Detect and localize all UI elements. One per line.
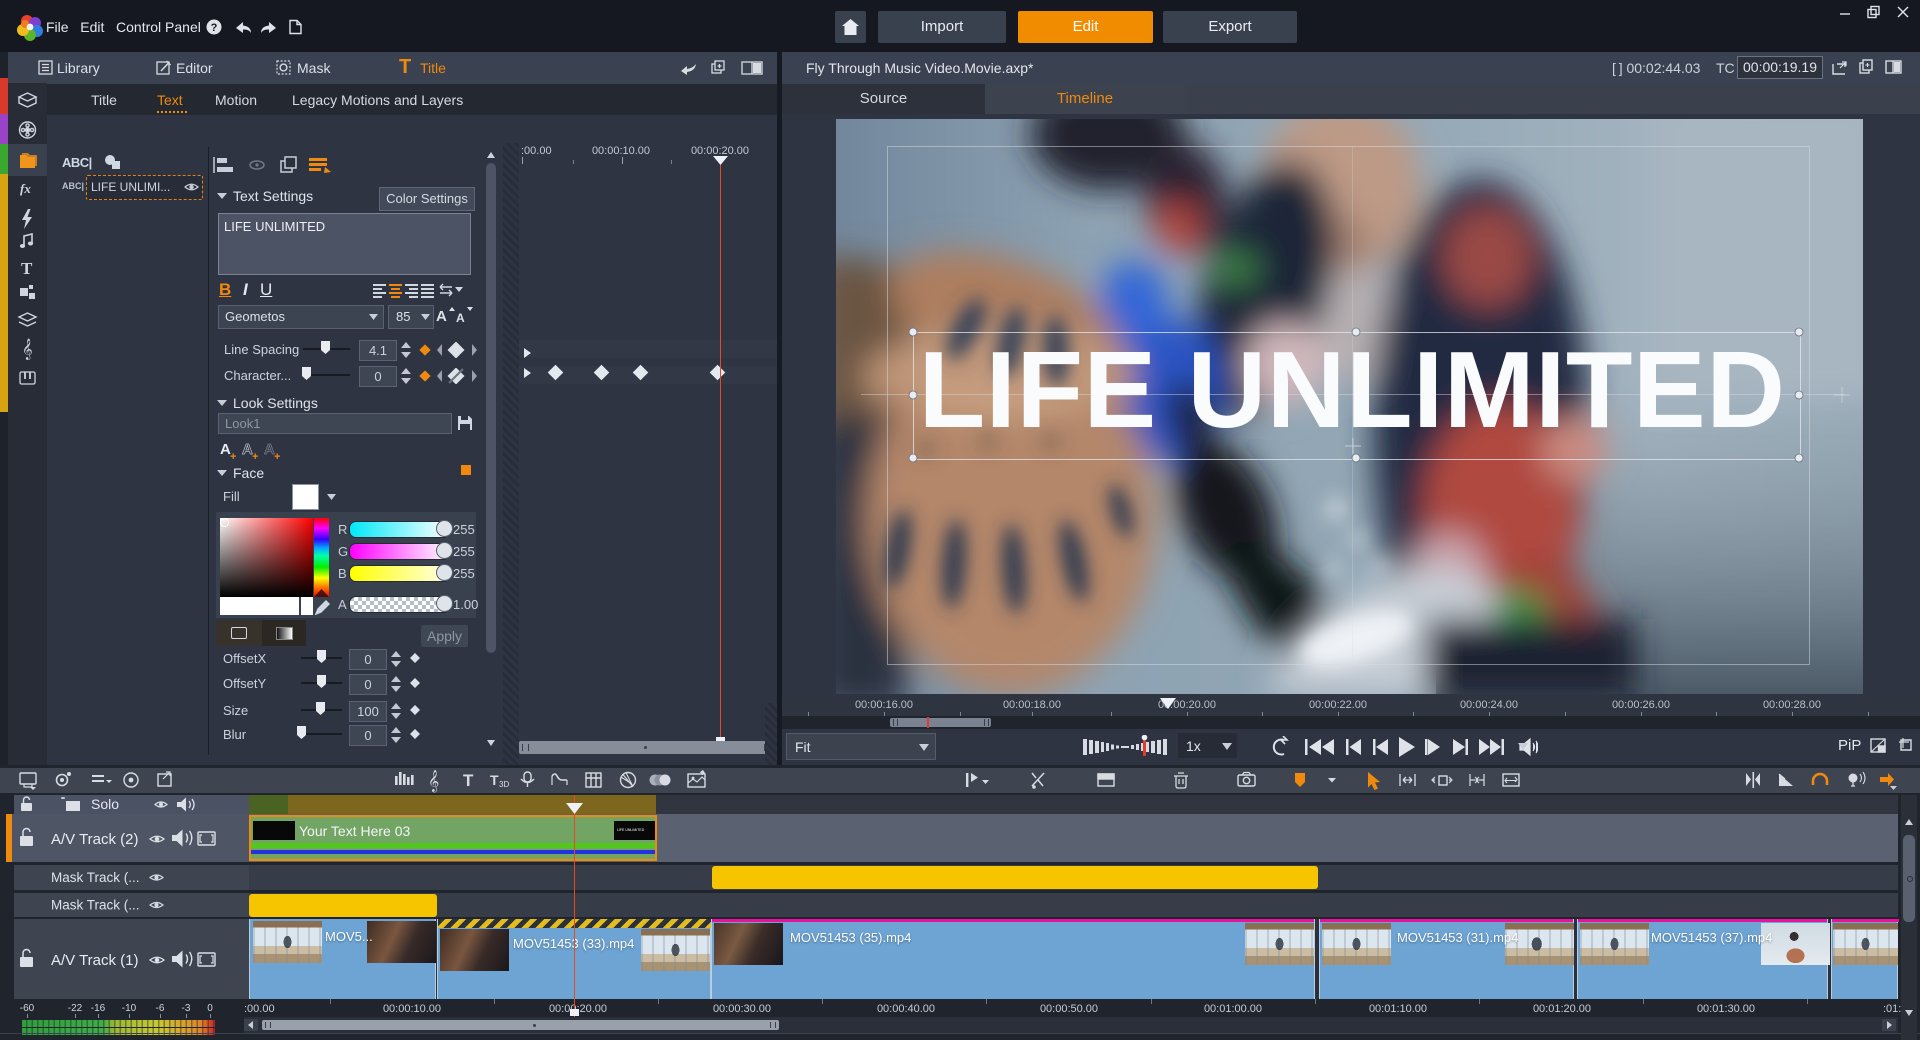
svg-text:A/V Track (2): A/V Track (2) — [51, 831, 139, 848]
svg-text:T: T — [463, 771, 474, 790]
svg-text:+: + — [274, 451, 280, 461]
svg-text:3D: 3D — [499, 780, 509, 789]
svg-text:T: T — [490, 772, 499, 788]
svg-text:Mask Track (...: Mask Track (... — [51, 898, 140, 913]
svg-text:Mask Track (...: Mask Track (... — [51, 870, 140, 885]
svg-text:?: ? — [211, 22, 218, 34]
svg-text:+: + — [230, 451, 236, 461]
svg-text:fx: fx — [20, 181, 31, 196]
svg-text:T: T — [21, 259, 33, 278]
svg-text:Solo: Solo — [91, 796, 119, 812]
svg-text:𝄞: 𝄞 — [22, 339, 33, 360]
svg-text:A: A — [436, 308, 447, 325]
svg-text:+: + — [252, 451, 258, 461]
svg-text:𝄞: 𝄞 — [428, 771, 439, 793]
svg-text:A/V Track (1): A/V Track (1) — [51, 952, 139, 969]
svg-text:A: A — [456, 311, 465, 325]
